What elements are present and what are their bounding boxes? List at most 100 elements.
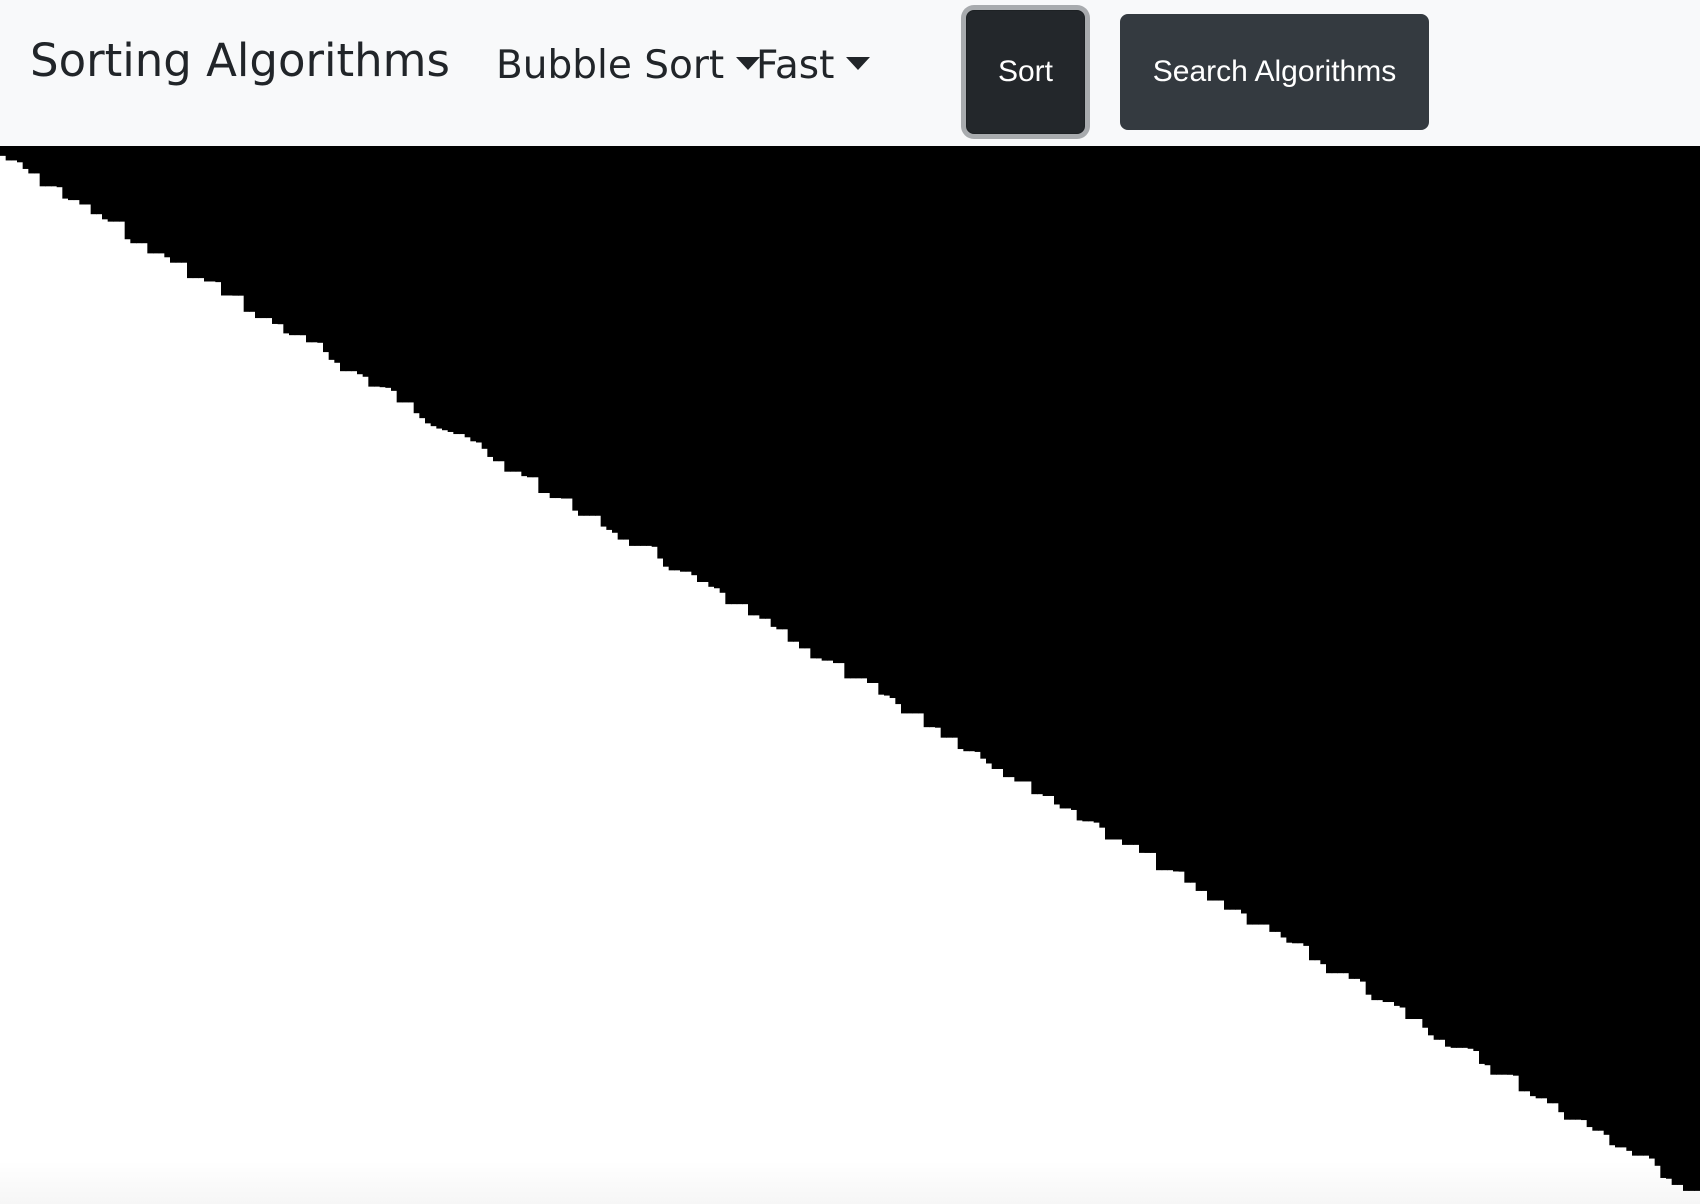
algorithm-dropdown-label: Bubble Sort bbox=[496, 43, 725, 88]
array-bar bbox=[527, 146, 534, 478]
array-bar bbox=[617, 146, 624, 540]
array-bar bbox=[1167, 146, 1174, 871]
array-bar bbox=[1569, 146, 1576, 1120]
array-bar bbox=[487, 146, 494, 457]
array-bar bbox=[804, 146, 811, 649]
array-bar bbox=[1093, 146, 1100, 823]
array-bar bbox=[1110, 146, 1117, 840]
array-bar bbox=[408, 146, 415, 403]
array-bar bbox=[1246, 146, 1253, 925]
array-bar bbox=[731, 146, 738, 605]
array-bar bbox=[1258, 146, 1265, 925]
array-bar bbox=[1416, 146, 1423, 1020]
array-bar bbox=[1660, 146, 1667, 1178]
array-bar bbox=[11, 146, 18, 161]
array-bar bbox=[1365, 146, 1372, 995]
array-bar bbox=[708, 146, 715, 587]
array-bar bbox=[1411, 146, 1418, 1020]
array-bar bbox=[209, 146, 216, 282]
array-bar bbox=[1144, 146, 1151, 853]
array-bar bbox=[260, 146, 267, 319]
array-bar bbox=[561, 146, 568, 499]
array-bar bbox=[940, 146, 947, 738]
array-bar bbox=[515, 146, 522, 472]
array-bar bbox=[1688, 146, 1695, 1191]
array-bar bbox=[799, 146, 806, 649]
search-algorithms-button[interactable]: Search Algorithms bbox=[1120, 14, 1429, 130]
array-bar bbox=[634, 146, 641, 546]
array-bar bbox=[306, 146, 313, 343]
array-bar bbox=[158, 146, 165, 254]
array-bar bbox=[1076, 146, 1083, 821]
array-bar bbox=[855, 146, 862, 679]
array-bar bbox=[311, 146, 318, 343]
array-bar bbox=[923, 146, 930, 728]
array-bar bbox=[952, 146, 959, 738]
array-bar bbox=[1082, 146, 1089, 822]
array-bar bbox=[1558, 146, 1565, 1113]
speed-dropdown[interactable]: Fast bbox=[756, 38, 871, 93]
array-bar bbox=[1037, 146, 1044, 795]
array-bar bbox=[272, 146, 279, 324]
array-bar bbox=[1615, 146, 1622, 1148]
array-bar bbox=[1235, 146, 1242, 910]
sort-button[interactable]: Sort bbox=[966, 10, 1085, 134]
array-bar bbox=[249, 146, 256, 312]
array-bar bbox=[1303, 146, 1310, 946]
array-bar bbox=[1059, 146, 1066, 809]
array-bar bbox=[1337, 146, 1344, 974]
array-bar bbox=[1314, 146, 1321, 961]
array-bar bbox=[1513, 146, 1520, 1076]
array-bar bbox=[62, 146, 69, 199]
array-bar bbox=[827, 146, 834, 661]
array-bar bbox=[215, 146, 222, 283]
array-bar bbox=[544, 146, 551, 494]
array-bar bbox=[79, 146, 86, 205]
array-bar bbox=[1229, 146, 1236, 910]
array-bar bbox=[1252, 146, 1259, 925]
array-bar bbox=[1309, 146, 1316, 961]
array-bar bbox=[1609, 146, 1616, 1146]
array-bar bbox=[651, 146, 658, 547]
array-bar bbox=[1218, 146, 1225, 901]
array-bar bbox=[28, 146, 35, 174]
array-bar bbox=[1632, 146, 1639, 1156]
array-bar bbox=[753, 146, 760, 616]
array-bar bbox=[357, 146, 364, 375]
array-bar bbox=[1020, 146, 1027, 782]
array-bar bbox=[640, 146, 647, 546]
array-bar bbox=[436, 146, 443, 429]
array-bar bbox=[1541, 146, 1548, 1099]
array-bar bbox=[0, 146, 7, 156]
array-bar bbox=[918, 146, 925, 714]
array-bar bbox=[884, 146, 891, 696]
array-bar bbox=[1666, 146, 1673, 1179]
array-bar bbox=[1490, 146, 1497, 1075]
array-bar bbox=[198, 146, 205, 279]
array-bar bbox=[1552, 146, 1559, 1104]
array-bar bbox=[459, 146, 466, 435]
array-bar bbox=[697, 146, 704, 582]
app-title[interactable]: Sorting Algorithms bbox=[30, 32, 450, 90]
array-bar bbox=[787, 146, 794, 642]
array-bar bbox=[204, 146, 211, 282]
array-bar bbox=[555, 146, 562, 499]
array-bar bbox=[793, 146, 800, 642]
array-bar bbox=[1241, 146, 1248, 914]
array-bar bbox=[1575, 146, 1582, 1120]
array-bar bbox=[1150, 146, 1157, 853]
array-bar bbox=[1360, 146, 1367, 982]
array-bar bbox=[1088, 146, 1095, 822]
array-bar bbox=[872, 146, 879, 683]
array-bar bbox=[759, 146, 766, 619]
array-bar bbox=[1649, 146, 1656, 1159]
array-bar bbox=[379, 146, 386, 388]
array-bar bbox=[1456, 146, 1463, 1048]
array-bar bbox=[1207, 146, 1214, 901]
array-bar bbox=[1405, 146, 1412, 1020]
array-bar bbox=[39, 146, 46, 187]
array-bar bbox=[374, 146, 381, 387]
array-bar bbox=[1280, 146, 1287, 938]
algorithm-dropdown[interactable]: Bubble Sort bbox=[496, 38, 761, 93]
array-bar bbox=[612, 146, 619, 533]
